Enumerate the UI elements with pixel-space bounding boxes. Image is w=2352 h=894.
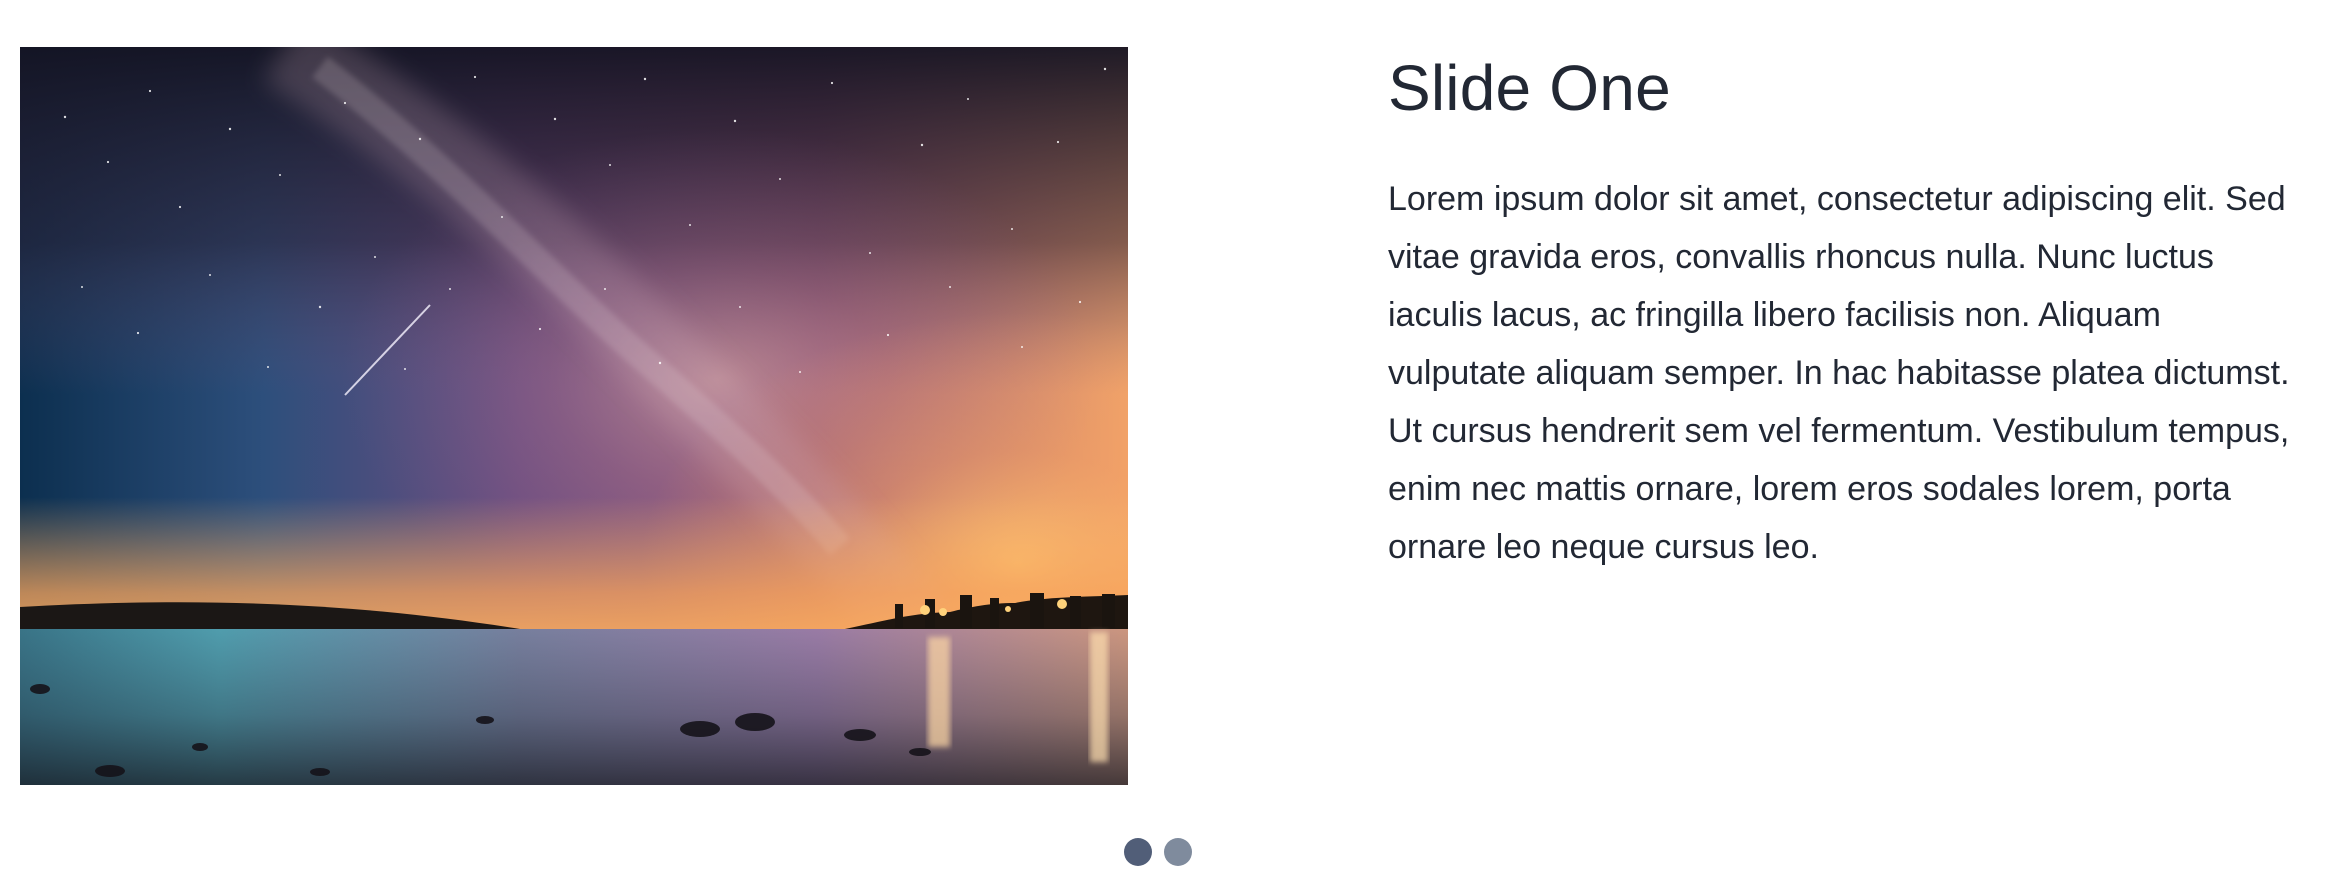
night-sky-photo bbox=[20, 47, 1128, 785]
milky-way-seascape-image bbox=[20, 47, 1128, 785]
slide-description: Lorem ipsum dolor sit amet, consectetur … bbox=[1388, 180, 2290, 566]
image-slider: Slide One Lorem ipsum dolor sit amet, co… bbox=[0, 0, 2352, 894]
slide-dot-1[interactable] bbox=[1124, 838, 1152, 866]
slider-pagination bbox=[1124, 838, 1192, 866]
slide-content: Slide One Lorem ipsum dolor sit amet, co… bbox=[1388, 44, 2318, 576]
slide-title: Slide One bbox=[1388, 52, 1671, 124]
slide-one: Slide One Lorem ipsum dolor sit amet, co… bbox=[0, 0, 2352, 800]
slide-dot-2[interactable] bbox=[1164, 838, 1192, 866]
